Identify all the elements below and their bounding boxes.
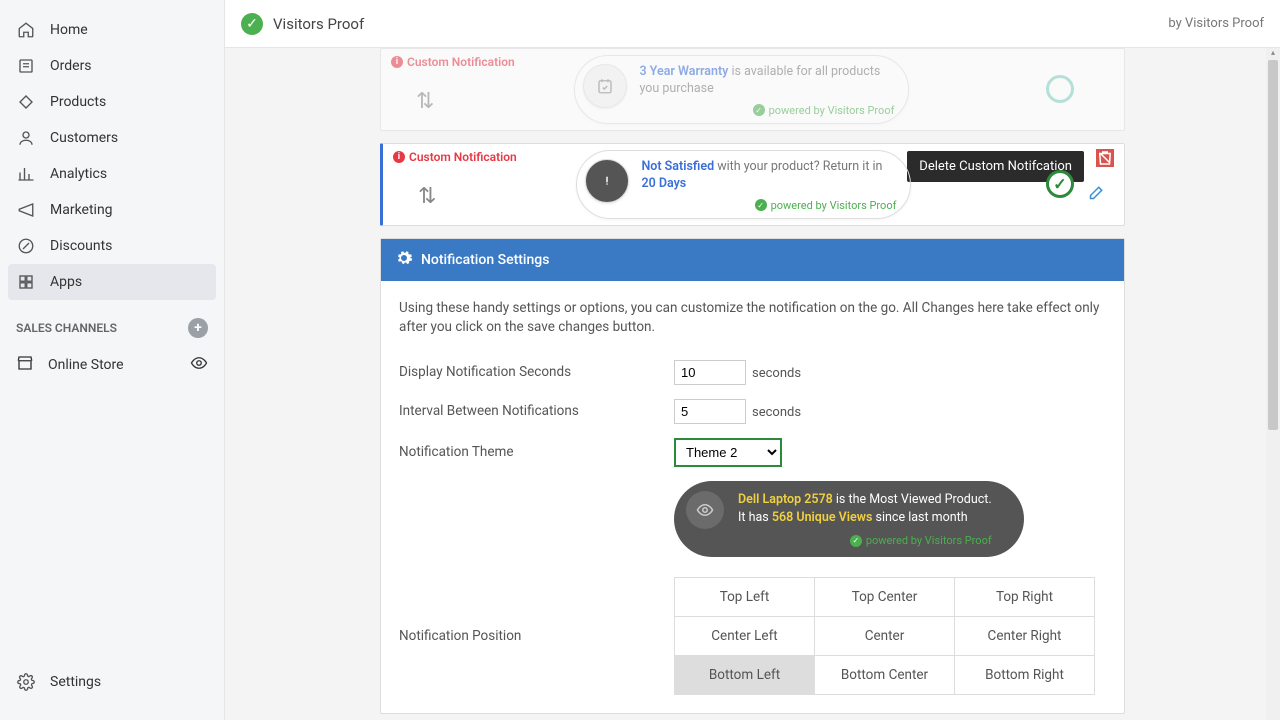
settings-panel: Notification Settings Using these handy …	[380, 238, 1125, 714]
pos-center-left[interactable]: Center Left	[675, 616, 815, 655]
marketing-icon	[16, 200, 36, 220]
section-sales-channels: SALES CHANNELS+	[0, 310, 224, 346]
nav-label: Settings	[50, 674, 101, 690]
eye-icon[interactable]	[190, 354, 208, 376]
sidebar: Home Orders Products Customers Analytics…	[0, 0, 225, 720]
nav-label: Marketing	[50, 202, 113, 218]
row-position: Notification Position Top Left Top Cente…	[399, 577, 1106, 695]
nav-analytics[interactable]: Analytics	[0, 156, 224, 192]
customers-icon	[16, 128, 36, 148]
analytics-icon	[16, 164, 36, 184]
settings-description: Using these handy settings or options, y…	[399, 299, 1106, 338]
display-seconds-input[interactable]	[674, 360, 746, 385]
reorder-icon[interactable]: ⇅	[416, 89, 434, 114]
nav-label: Orders	[50, 58, 92, 74]
row-theme: Notification Theme Theme 2	[399, 438, 1106, 467]
products-icon	[16, 92, 36, 112]
field-label: Notification Theme	[399, 444, 674, 460]
notification-card: iCustom Notification ⇅ 3 Year Warranty i…	[380, 48, 1125, 131]
pos-center[interactable]: Center	[815, 616, 955, 655]
field-suffix: seconds	[752, 366, 801, 381]
nav-online-store[interactable]: Online Store	[0, 346, 224, 384]
app-title: Visitors Proof	[273, 15, 364, 33]
nav-marketing[interactable]: Marketing	[0, 192, 224, 228]
nav-label: Home	[50, 22, 88, 38]
check-icon: ✓	[850, 535, 862, 547]
pos-top-left[interactable]: Top Left	[675, 577, 815, 616]
app-byline: by Visitors Proof	[1168, 16, 1264, 31]
settings-title: Notification Settings	[421, 252, 549, 268]
nav-apps[interactable]: Apps	[8, 264, 216, 300]
edit-button[interactable]	[1086, 185, 1104, 207]
notification-card: iCustom Notification Delete Custom Notif…	[380, 143, 1125, 226]
nav-customers[interactable]: Customers	[0, 120, 224, 156]
row-interval: Interval Between Notifications seconds	[399, 399, 1106, 424]
check-icon: ✓	[753, 104, 765, 116]
field-label: Display Notification Seconds	[399, 364, 674, 380]
nav-label: Customers	[50, 130, 118, 146]
pos-bottom-right[interactable]: Bottom Right	[955, 655, 1095, 694]
main: ✓ Visitors Proof by Visitors Proof iCust…	[225, 0, 1280, 720]
notification-preview: 3 Year Warranty is available for all pro…	[574, 55, 909, 124]
orders-icon	[16, 56, 36, 76]
app-logo-icon: ✓	[241, 13, 263, 35]
interval-input[interactable]	[674, 399, 746, 424]
field-label: Interval Between Notifications	[399, 403, 674, 419]
discounts-icon	[16, 236, 36, 256]
position-grid: Top Left Top Center Top Right Center Lef…	[674, 577, 1095, 695]
home-icon	[16, 20, 36, 40]
gear-icon	[395, 249, 413, 271]
reorder-icon[interactable]: ⇅	[418, 184, 436, 209]
check-icon: ✓	[755, 199, 767, 211]
nav-settings[interactable]: Settings	[0, 664, 224, 700]
exclamation-icon	[585, 159, 629, 203]
field-suffix: seconds	[752, 405, 801, 420]
nav-label: Apps	[50, 274, 82, 290]
theme-select[interactable]: Theme 2	[674, 438, 782, 467]
nav-label: Analytics	[50, 166, 107, 182]
nav-label: Products	[50, 94, 106, 110]
nav-home[interactable]: Home	[0, 12, 224, 48]
pos-center-right[interactable]: Center Right	[955, 616, 1095, 655]
status-toggle[interactable]	[1046, 170, 1074, 198]
row-display-seconds: Display Notification Seconds seconds	[399, 360, 1106, 385]
status-toggle[interactable]	[1046, 75, 1074, 103]
pos-bottom-center[interactable]: Bottom Center	[815, 655, 955, 694]
content: iCustom Notification ⇅ 3 Year Warranty i…	[225, 48, 1280, 720]
eye-icon	[686, 491, 724, 529]
settings-header: Notification Settings	[381, 239, 1124, 281]
scrollbar[interactable]	[1266, 48, 1280, 720]
theme-preview: Dell Laptop 2578 is the Most Viewed Prod…	[674, 481, 1106, 557]
calendar-check-icon	[583, 64, 627, 108]
nav-orders[interactable]: Orders	[0, 48, 224, 84]
store-icon	[16, 354, 34, 376]
field-label: Notification Position	[399, 628, 674, 644]
notification-preview: Not Satisfied with your product? Return …	[576, 150, 911, 219]
nav-label: Discounts	[50, 238, 112, 254]
pos-top-center[interactable]: Top Center	[815, 577, 955, 616]
pos-top-right[interactable]: Top Right	[955, 577, 1095, 616]
apps-icon	[16, 272, 36, 292]
nav-label: Online Store	[48, 357, 124, 373]
pos-bottom-left[interactable]: Bottom Left	[675, 655, 815, 694]
header: ✓ Visitors Proof by Visitors Proof	[225, 0, 1280, 48]
scrollbar-thumb[interactable]	[1268, 60, 1278, 430]
nav-products[interactable]: Products	[0, 84, 224, 120]
add-channel-icon[interactable]: +	[188, 318, 208, 338]
nav-discounts[interactable]: Discounts	[0, 228, 224, 264]
gear-icon	[16, 672, 36, 692]
